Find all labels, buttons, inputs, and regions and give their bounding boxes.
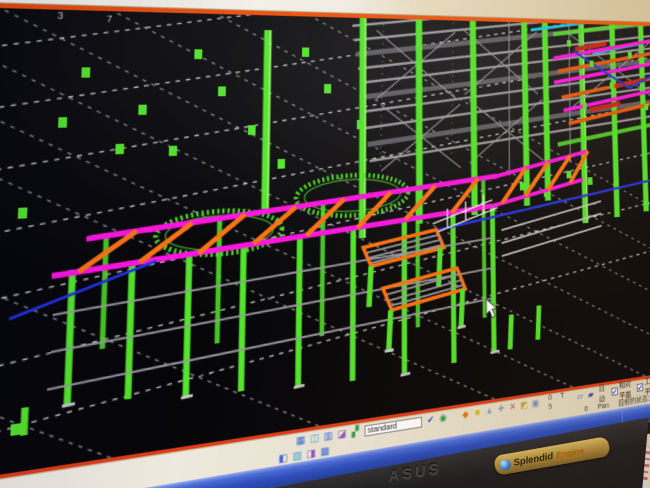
status-row-icon[interactable]: ▨ [292,450,303,462]
selection-switch-icon[interactable]: ▥ [323,430,334,442]
checkbox-check-icon: ✔ [611,387,618,396]
selection-switch-icon[interactable]: ▞ [350,426,360,438]
snap-switch-icon[interactable]: ✕ [508,402,517,413]
status-row-icon[interactable]: ▩ [320,446,331,458]
snap-switch-icon[interactable]: ◩ [520,400,529,411]
checkbox-check-icon: ✔ [637,383,643,392]
monitor-screen: ▱▢◡◡⊘⊠□○△✕⌐ΣZ✓ ↗◉T✶▣❚❚▤▥│⌐─⚑∕→»❘ [0,0,650,488]
toolbar-icon[interactable]: → [620,0,630,2]
snap-switch-icon[interactable]: ▲ [485,405,494,416]
status-row-icon[interactable]: ◧ [278,452,289,464]
grid-label: 3 [57,11,64,21]
snap-switch-icon[interactable]: ✚ [497,404,506,415]
snap-switch-icon[interactable]: ■ [473,407,482,418]
sticker-word: Engine [555,445,585,460]
steel-purlins [352,7,650,182]
toolbar-icon[interactable]: ∕ [605,0,615,1]
grid-label: 7 [107,14,113,24]
plane-icons: ▱▰ [576,390,595,402]
toolbar-icon[interactable]: ⚑ [589,0,599,1]
selection-switch-icon[interactable]: ▦ [295,435,306,447]
status-zero: 0 [584,404,588,414]
toolbar-icons-right: ↗◉T✶▣❚❚▤▥│⌐─⚑∕→»❘ [383,0,650,3]
selection-switch-icon[interactable]: ◪ [337,428,347,440]
view-filter-icon[interactable]: ◉ [438,413,448,424]
selection-switch-icon[interactable]: ◫ [309,433,320,445]
plane-icon[interactable]: ▰ [586,390,594,400]
plane-icon[interactable]: ▱ [576,391,584,401]
globe-icon [499,458,512,471]
snap-switch-icon[interactable]: ▣ [531,398,540,409]
sticker-word: Splendid [513,450,554,468]
status-row-icon[interactable]: ◨ [306,448,317,460]
toolbar-icon[interactable]: » [635,0,645,2]
snap-switch-icon[interactable]: ◆ [461,409,470,420]
view-filter-icon[interactable]: ✔ [426,415,436,426]
photo-canvas: ▱▢◡◡⊘⊠□○△✕⌐ΣZ✓ ↗◉T✶▣❚❚▤▥│⌐─⚑∕→»❘ [0,0,650,488]
